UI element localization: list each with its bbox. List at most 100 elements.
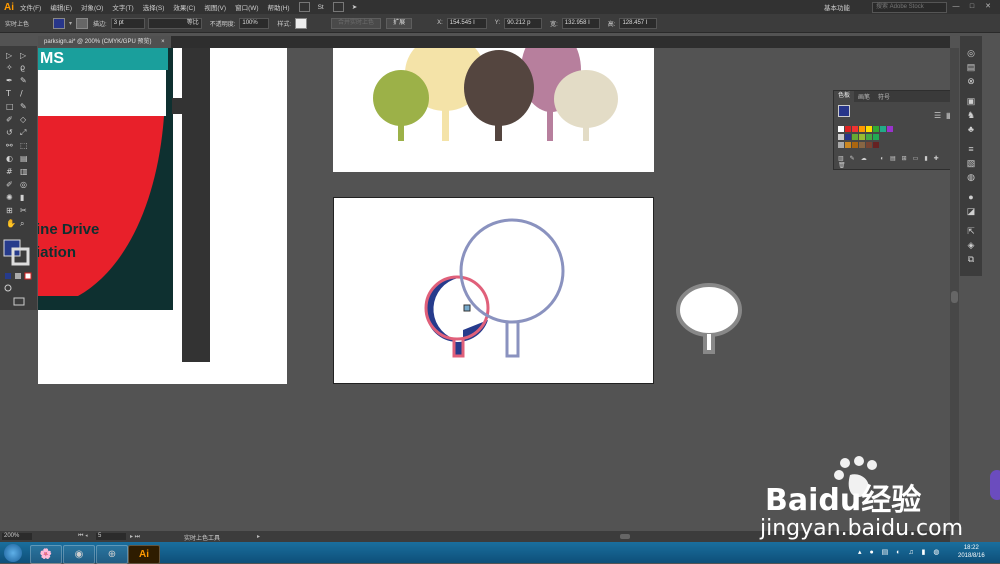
menu-effect[interactable]: 效果(C) <box>173 2 195 12</box>
swatch-cell[interactable] <box>859 134 865 140</box>
y-field[interactable]: 90.212 p <box>504 17 543 29</box>
symbols-icon[interactable]: ♣ <box>965 124 977 134</box>
bridge-icon[interactable] <box>298 2 310 12</box>
tree-beige-trunk <box>583 120 589 141</box>
menu-window[interactable]: 窗口(W) <box>235 2 258 12</box>
swatch-cell[interactable] <box>838 142 844 148</box>
swatch-cell[interactable] <box>852 126 858 132</box>
list-view-icon[interactable]: ☰ <box>934 111 941 120</box>
graphic-styles-icon[interactable]: ◪ <box>965 206 977 216</box>
width-field[interactable]: 132.958 I <box>561 17 600 29</box>
navigator-icon[interactable]: ⊗ <box>965 76 977 86</box>
layers-icon[interactable]: ◈ <box>965 240 977 250</box>
document-tab[interactable]: parksign.ai* @ 200% (CMYK/GPU 预览) × <box>38 36 171 48</box>
swatch-cell[interactable] <box>859 126 865 132</box>
swatch-cell[interactable] <box>845 134 851 140</box>
expand-button[interactable]: 扩展 <box>386 17 413 29</box>
swatch-cell[interactable] <box>873 134 879 140</box>
tree-mauve-trunk <box>547 103 553 141</box>
brushes-icon[interactable]: ♞ <box>965 110 977 120</box>
panel-fill-swatch[interactable] <box>838 105 850 117</box>
livepaint-art[interactable] <box>333 197 654 384</box>
start-button-icon[interactable] <box>4 544 22 562</box>
menu-select[interactable]: 选择(S) <box>143 2 165 12</box>
libraries-icon[interactable]: ◎ <box>965 48 977 58</box>
gradient-panel-icon[interactable]: ▧ <box>965 158 977 168</box>
arrange-docs-icon[interactable] <box>332 2 344 12</box>
menu-help[interactable]: 帮助(H) <box>268 2 290 12</box>
properties-icon[interactable]: ▤ <box>965 62 977 72</box>
transparency-icon[interactable]: ● <box>965 192 977 202</box>
appearance-icon[interactable]: ◍ <box>965 172 977 182</box>
painted-region <box>425 277 488 356</box>
taskbar-clock[interactable]: 18:22 2018/8/16 <box>958 544 985 560</box>
taskbar-illustrator-icon[interactable]: Ai <box>128 545 160 564</box>
color-icon[interactable]: ▣ <box>965 96 977 106</box>
scroll-thumb[interactable] <box>951 291 958 303</box>
opacity-field[interactable]: 100% <box>239 17 270 29</box>
swatch-cell[interactable] <box>866 126 872 132</box>
tab-symbols[interactable]: 符号 <box>874 92 894 101</box>
stroke-weight-field[interactable]: 3 pt <box>110 17 145 29</box>
fill-dropdown-icon[interactable]: ▾ <box>69 20 72 27</box>
free-transform-icon: ⬚ <box>20 141 28 150</box>
taskbar-explorer-icon[interactable]: 🌸 <box>30 545 62 564</box>
swatch-cell[interactable] <box>838 134 844 140</box>
blend-icon: ◎ <box>20 180 27 189</box>
floating-tree-shape[interactable] <box>676 283 744 355</box>
page-field[interactable]: 5 <box>96 533 126 540</box>
merge-live-paint-button[interactable]: 合并实时上色 <box>331 17 382 29</box>
close-window-button[interactable]: ✕ <box>982 2 994 11</box>
swatch-cell[interactable] <box>845 142 851 148</box>
swatch-panel-footer-icons[interactable]: ▥✎☁ ◐▤⊞▭▮✚🗑 <box>838 155 958 169</box>
stroke-swatch[interactable] <box>76 17 89 29</box>
swatch-cell[interactable] <box>845 126 851 132</box>
send-icon[interactable]: ➤ <box>352 3 357 11</box>
side-widget-icon[interactable] <box>990 470 1000 500</box>
swatch-cell[interactable] <box>859 142 865 148</box>
swatch-cell[interactable] <box>873 142 879 148</box>
swatch-cell[interactable] <box>852 142 858 148</box>
shaper-icon: ✐ <box>6 115 13 124</box>
swatch-cell[interactable] <box>873 126 879 132</box>
swatch-cell[interactable] <box>852 134 858 140</box>
menu-view[interactable]: 视图(V) <box>204 2 226 12</box>
height-field[interactable]: 128.457 I <box>619 17 658 29</box>
status-arrow-icon[interactable]: ▸ <box>257 533 260 540</box>
taskbar-chrome-icon[interactable]: ◉ <box>63 545 95 564</box>
stock-search-input[interactable]: 搜索 Adobe Stock <box>872 2 947 13</box>
menu-edit[interactable]: 编辑(E) <box>50 2 72 12</box>
menu-type[interactable]: 文字(T) <box>112 2 133 12</box>
maximize-button[interactable]: □ <box>966 2 978 11</box>
tree-olive-trunk <box>398 118 404 141</box>
menu-object[interactable]: 对象(O) <box>81 2 103 12</box>
x-field[interactable]: 154.545 I <box>446 17 487 29</box>
swatch-cell[interactable] <box>880 126 886 132</box>
close-tab-icon[interactable]: × <box>161 39 165 45</box>
graphic-style-swatch[interactable] <box>295 17 308 29</box>
watermark-url: jingyan.baidu.com <box>760 516 964 541</box>
taskbar-360-icon[interactable]: ⊕ <box>96 545 128 564</box>
stroke-icon[interactable]: ≡ <box>965 144 977 154</box>
tab-brushes[interactable]: 画笔 <box>854 92 874 101</box>
document-title: parksign.ai* @ 200% (CMYK/GPU 预览) <box>44 39 152 45</box>
horizontal-scroll-thumb[interactable] <box>620 534 630 539</box>
swatch-cell[interactable] <box>866 142 872 148</box>
vertical-scrollbar[interactable] <box>950 48 959 530</box>
swatch-cell[interactable] <box>866 134 872 140</box>
first-page-icon[interactable]: ⏮ ◂ <box>78 533 88 540</box>
artboards-icon[interactable]: ⧉ <box>965 254 977 264</box>
export-icon[interactable]: ⇱ <box>965 226 977 236</box>
fill-swatch[interactable] <box>53 17 66 29</box>
tray-icons[interactable]: ▴ ● ▤ ◐ ♫ ▮ ◍ <box>858 548 942 556</box>
workspace-switcher[interactable]: 基本功能 <box>824 2 850 12</box>
next-page-icon[interactable]: ▸ ⏭ <box>130 533 140 541</box>
stock-icon[interactable]: St <box>318 4 324 11</box>
menu-file[interactable]: 文件(F) <box>20 2 41 12</box>
swatch-cell[interactable] <box>887 126 893 132</box>
zoom-field[interactable]: 200% <box>2 533 32 540</box>
swatch-cell[interactable] <box>838 126 844 132</box>
tab-swatches[interactable]: 色板 <box>834 91 855 102</box>
stroke-profile-select[interactable]: 等比 <box>147 17 202 29</box>
minimize-button[interactable]: — <box>950 2 962 11</box>
